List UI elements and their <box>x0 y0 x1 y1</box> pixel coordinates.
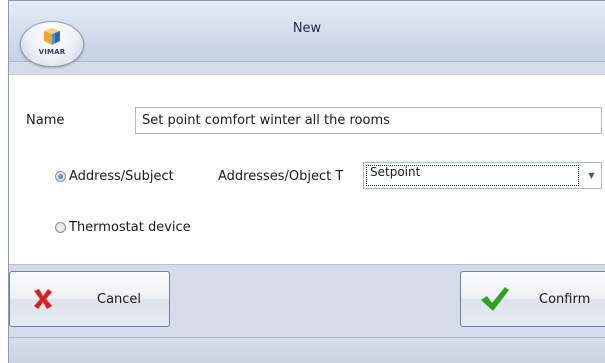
radio-thermostat-device[interactable] <box>55 222 66 233</box>
name-label: Name <box>26 113 65 128</box>
red-x-icon <box>34 289 52 309</box>
button-bar: Cancel Confirm <box>9 264 605 338</box>
addresses-object-label: Addresses/Object T <box>218 169 344 184</box>
confirm-button[interactable]: Confirm <box>460 271 605 327</box>
status-bar <box>9 337 605 363</box>
confirm-button-label: Confirm <box>539 292 591 307</box>
vimar-cube-icon <box>44 28 60 45</box>
radio-thermostat-device-label[interactable]: Thermostat device <box>69 220 191 235</box>
radio-address-subject-label[interactable]: Address/Subject <box>69 169 174 184</box>
title-bar: New <box>9 1 605 62</box>
window-title: New <box>292 21 322 36</box>
green-checkmark-icon <box>481 287 509 311</box>
addresses-object-dropdown[interactable]: Setpoint ▼ <box>363 162 602 189</box>
name-input[interactable] <box>135 107 602 134</box>
app-menu-button[interactable]: VIMAR <box>20 21 84 67</box>
cancel-button-label: Cancel <box>97 292 142 307</box>
dialog-window: New VIMAR Name Address/Subject Addresses… <box>8 0 605 363</box>
chevron-down-icon[interactable]: ▼ <box>582 163 601 188</box>
cancel-button[interactable]: Cancel <box>9 271 170 327</box>
vimar-logo-text: VIMAR <box>38 48 66 56</box>
addresses-object-value: Setpoint <box>366 165 579 186</box>
radio-address-subject[interactable] <box>55 171 66 182</box>
form-panel: Name Address/Subject Addresses/Object T … <box>9 74 605 265</box>
